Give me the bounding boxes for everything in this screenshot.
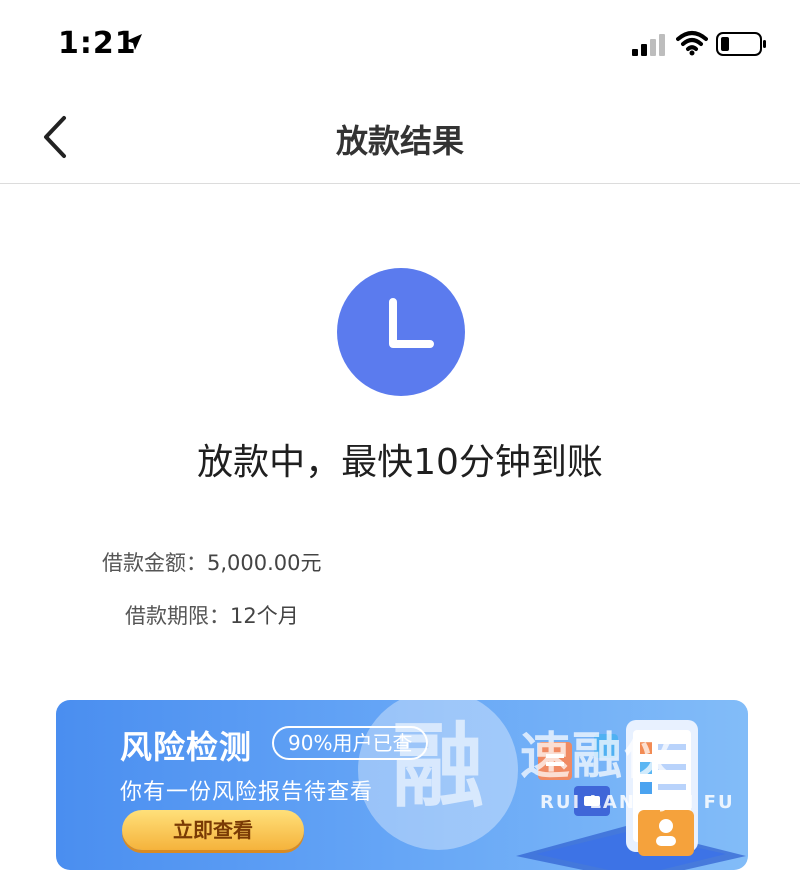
cellular-signal-icon xyxy=(632,34,665,56)
watermark-glyph: 融 xyxy=(391,713,484,820)
status-bar: 1:21 xyxy=(0,0,800,90)
banner-subtitle: 你有一份风险报告待查看 xyxy=(120,780,374,805)
loan-term-label: 借款期限： xyxy=(125,604,230,628)
navigation-bar: 放款结果 xyxy=(0,90,800,184)
page-title: 放款结果 xyxy=(335,122,464,160)
watermark-pinyin: RUI LANG JIN FU xyxy=(540,792,735,813)
loan-amount-label: 借款金额： xyxy=(102,551,207,575)
battery-icon xyxy=(716,32,766,56)
loan-amount-value: 5,000.00元 xyxy=(207,551,322,575)
loan-amount-row: 借款金额：5,000.00元 xyxy=(102,547,322,577)
wifi-icon xyxy=(676,31,708,56)
view-now-button[interactable]: 立即查看 xyxy=(122,810,304,850)
location-arrow-icon xyxy=(126,34,142,50)
banner-title: 风险检测 xyxy=(120,728,253,766)
status-message: 放款中，最快10分钟到账 xyxy=(197,442,603,483)
loan-term-value: 12个月 xyxy=(230,604,299,628)
clock-icon xyxy=(337,268,465,396)
loan-term-row: 借款期限：12个月 xyxy=(125,600,299,630)
watermark-text: 速融侠 xyxy=(520,727,676,785)
